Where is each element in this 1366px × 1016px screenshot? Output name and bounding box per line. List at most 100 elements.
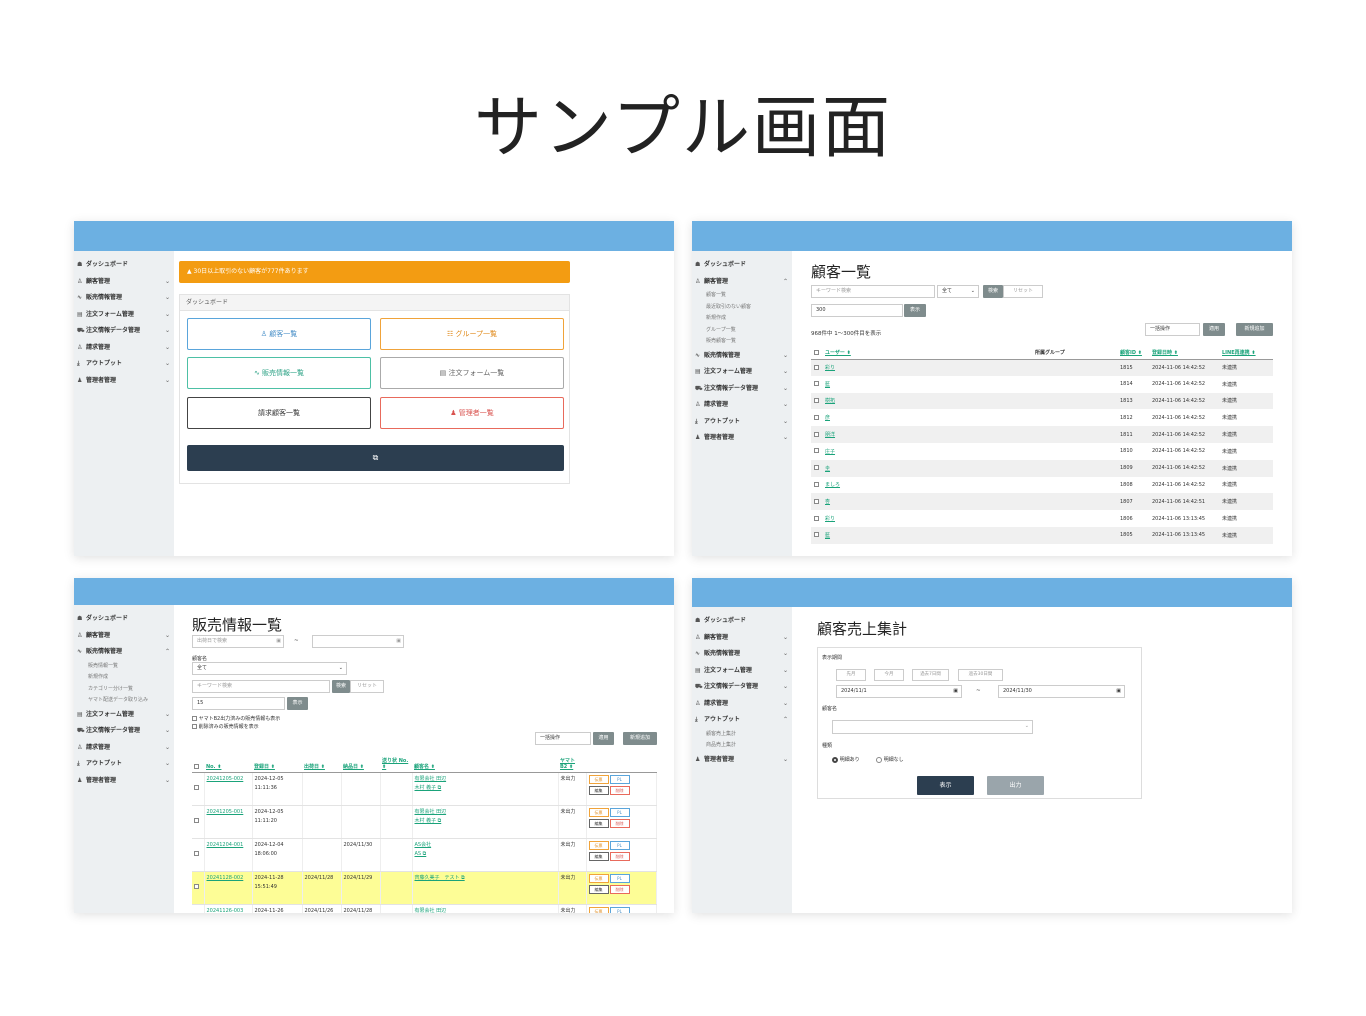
bulk-action-select[interactable]: 一括操作 [535,732,591,745]
customer-select[interactable]: 全て ⌄ [192,662,347,675]
customer-list-button[interactable]: ♙ 顧客一覧 [187,318,371,350]
ship-date-from-input[interactable]: 出荷日で検索 ▣ [192,635,284,648]
pl-button[interactable]: PL [609,774,630,784]
last-7-days-button[interactable]: 過去7日間 [912,669,949,681]
sidebar-item-output[interactable]: ⤓ アウトプット ⌄ [74,756,174,773]
delete-button[interactable]: 削除 [609,818,630,828]
per-page-input[interactable]: 15 [192,697,285,710]
sidebar-sub-item[interactable]: 新規作成 [692,313,792,325]
sidebar-item-dashboard[interactable]: ☗ ダッシュボード [74,611,174,628]
search-button[interactable]: 検索 [332,680,350,693]
sidebar-sub-item[interactable]: グループ一覧 [692,325,792,337]
col-registered[interactable]: 登録日 ⬍ [252,751,302,773]
sale-no-link[interactable]: 20241205-002 [204,772,253,806]
sidebar-sub-item[interactable]: 顧客売上集計 [692,729,792,741]
user-link[interactable]: 朋洋 [822,426,1032,443]
sidebar-item-admin[interactable]: ♟ 管理者管理 ⌄ [74,773,174,790]
order-form-list-button[interactable]: ▤ 注文フォーム一覧 [380,357,564,389]
delete-button[interactable]: 削除 [609,785,630,795]
sidebar-item-sales[interactable]: ∿ 販売情報管理 ⌄ [74,290,174,307]
calendar-icon[interactable]: ▣ [1116,686,1121,697]
sidebar-item-sales[interactable]: ∿ 販売情報管理 ⌃ [74,644,174,661]
date-to-input[interactable]: 2024/11/30 ▣ [998,685,1125,698]
slip-button[interactable]: 伝票 [588,906,609,913]
sidebar-sub-item[interactable]: 商品売上集計 [692,740,792,752]
sidebar-item-order-form[interactable]: ▤ 注文フォーム管理 ⌄ [692,663,792,680]
user-link[interactable]: 藍 [822,526,1032,544]
add-new-button[interactable]: 新規追加 [1236,323,1273,336]
last-30-days-button[interactable]: 過去30日間 [958,669,1003,681]
sidebar-item-output[interactable]: ⤓ アウトプット ⌃ [692,712,792,729]
row-checkbox[interactable] [811,443,822,460]
keyword-search-input[interactable]: キーワード検索 [811,285,935,298]
sidebar-item-billing[interactable]: ♙ 請求管理 ⌄ [692,696,792,713]
row-checkbox[interactable] [192,805,205,839]
admin-list-button[interactable]: ♟ 管理者一覧 [380,397,564,429]
col-customer[interactable]: 顧客名 ⬍ [412,751,558,773]
user-link[interactable]: 彩り [822,359,1032,376]
sidebar-sub-item[interactable]: カテゴリー分け一覧 [74,684,174,696]
row-checkbox[interactable] [811,493,822,511]
sales-list-button[interactable]: ∿ 販売情報一覧 [187,357,371,389]
user-link[interactable]: 彩り [822,510,1032,527]
sidebar-item-order-form[interactable]: ▤ 注文フォーム管理 ⌄ [692,364,792,381]
edit-button[interactable]: 編集 [588,851,609,861]
row-checkbox[interactable] [811,459,822,477]
col-no[interactable]: No. ⬍ [204,751,252,773]
sale-no-link[interactable]: 20241126-003 [204,904,253,913]
per-page-input[interactable]: 300 [811,304,903,317]
col-user[interactable]: ユーザー ⬍ [822,347,1032,360]
user-link[interactable]: 杏 [822,493,1032,511]
with-details-radio[interactable]: 明細あり [832,756,860,763]
reset-button[interactable]: リセット [1003,285,1043,298]
sidebar-item-sales[interactable]: ∿ 販売情報管理 ⌄ [692,348,792,365]
keyword-search-input[interactable]: キーワード検索 [192,680,330,693]
sidebar-sub-item[interactable]: 顧客一覧 [692,290,792,302]
sidebar-sub-item[interactable]: ヤマト配送データ取り込み [74,695,174,707]
show-deleted-checkbox[interactable]: 削除済みの販売情報を表示 [192,723,259,730]
col-yamato-b2[interactable]: ヤマト B2 ⬍ [558,751,586,773]
sidebar-item-admin[interactable]: ♟ 管理者管理 ⌄ [692,752,792,769]
col-line[interactable]: LINE再連携 ⬍ [1219,347,1273,360]
row-checkbox[interactable] [811,392,822,410]
output-button[interactable]: 出力 [987,776,1044,795]
bulk-action-select[interactable]: 一括操作 [1145,323,1200,336]
sidebar-item-billing[interactable]: ♙ 請求管理 ⌄ [692,397,792,414]
sidebar-item-output[interactable]: ⤓ アウトプット ⌄ [692,414,792,431]
row-checkbox[interactable] [192,904,205,913]
sidebar-sub-item[interactable]: 最近取引のない顧客 [692,302,792,314]
reset-button[interactable]: リセット [350,680,384,693]
show-button[interactable]: 表示 [287,697,308,710]
select-all-checkbox[interactable] [192,751,204,773]
customer-select[interactable]: ⌄ [832,720,1033,734]
apply-button[interactable]: 適用 [593,732,614,745]
delete-button[interactable]: 削除 [609,884,630,894]
select-all-checkbox[interactable] [811,347,822,360]
sidebar-item-billing[interactable]: ♙ 請求管理 ⌄ [74,740,174,757]
this-month-button[interactable]: 今月 [874,669,904,681]
row-checkbox[interactable] [192,772,205,806]
delete-button[interactable]: 削除 [609,851,630,861]
row-checkbox[interactable] [811,526,822,544]
col-shipped[interactable]: 出荷日 ⬍ [302,751,341,773]
row-checkbox[interactable] [811,477,822,494]
sidebar-item-order-form[interactable]: ▤ 注文フォーム管理 ⌄ [74,707,174,724]
show-button[interactable]: 表示 [917,776,974,795]
sidebar-item-admin[interactable]: ♟ 管理者管理 ⌄ [692,430,792,447]
last-month-button[interactable]: 先月 [836,669,866,681]
sidebar-item-dashboard[interactable]: ☗ ダッシュボード [692,257,792,274]
customer-link[interactable]: 有限会社 田辺 木村 義子 ⧉ [412,805,559,839]
sidebar-item-order-form[interactable]: ▤ 注文フォーム管理 ⌄ [74,307,174,324]
sidebar-item-dashboard[interactable]: ☗ ダッシュボード [74,257,174,274]
sidebar-item-order-data[interactable]: ⛟ 注文情報データ管理 ⌄ [692,381,792,398]
sidebar-item-order-data[interactable]: ⛟ 注文情報データ管理 ⌄ [692,679,792,696]
row-checkbox[interactable] [811,359,822,376]
edit-button[interactable]: 編集 [588,884,609,894]
slip-button[interactable]: 伝票 [588,873,609,883]
col-invoice-no[interactable]: 送り状 No. ⬍ [380,751,412,773]
edit-button[interactable]: 編集 [588,818,609,828]
col-delivered[interactable]: 納品日 ⬍ [341,751,380,773]
sidebar-item-admin[interactable]: ♟ 管理者管理 ⌄ [74,373,174,390]
add-new-button[interactable]: 新規追加 [623,732,657,745]
sidebar-item-customers[interactable]: ♙ 顧客管理 ⌄ [692,630,792,647]
